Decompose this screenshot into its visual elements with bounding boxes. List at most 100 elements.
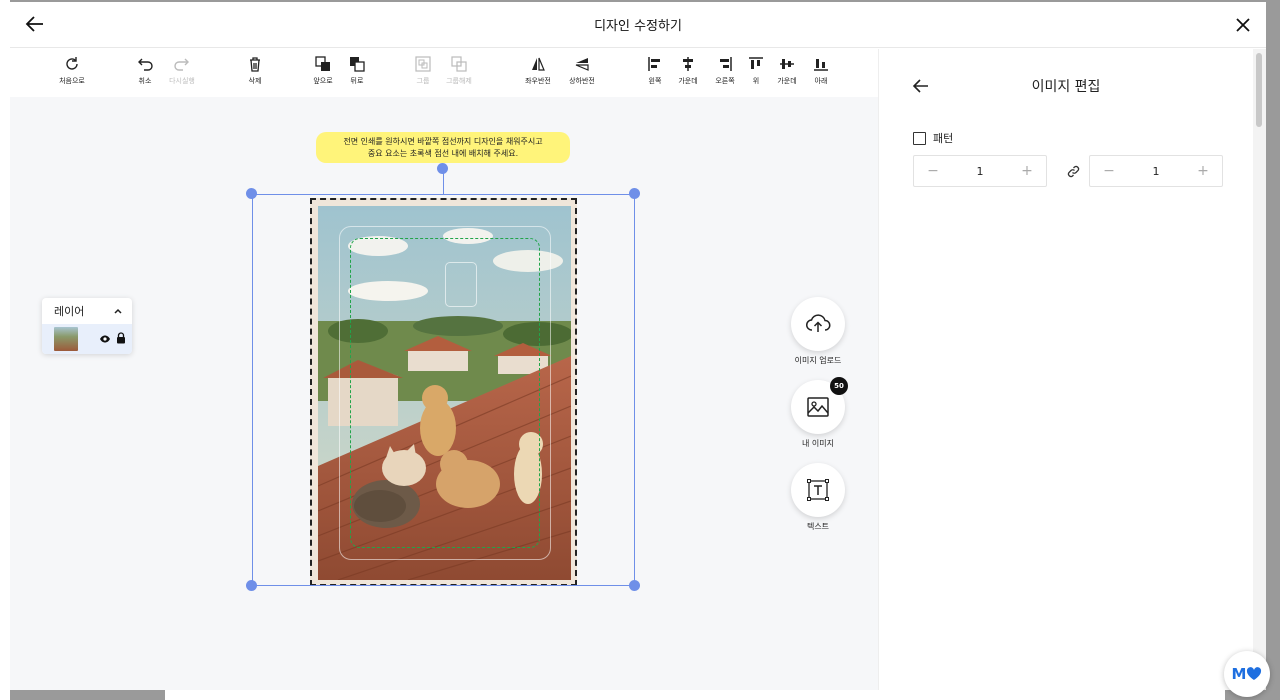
align-right-label: 오른쪽 <box>715 77 735 85</box>
align-bottom-label: 아래 <box>814 77 828 85</box>
image-upload-circle[interactable] <box>791 297 845 351</box>
add-text-button[interactable]: 텍스트 <box>778 463 858 532</box>
back-arrow-icon[interactable] <box>911 76 931 96</box>
align-right-icon <box>720 57 732 71</box>
my-images-label: 내 이미지 <box>802 439 834 448</box>
align-center-icon <box>683 57 693 71</box>
lock-icon[interactable] <box>116 332 126 344</box>
align-center-label: 가운데 <box>678 77 698 85</box>
align-top-label: 위 <box>752 77 760 85</box>
minus-icon[interactable]: − <box>1102 163 1116 179</box>
resize-handle-bottom-right[interactable] <box>629 580 640 591</box>
flip-horizontal-button[interactable]: 좌우반전 <box>517 55 559 86</box>
rotate-handle[interactable] <box>437 163 448 174</box>
pattern-checkbox[interactable] <box>913 131 926 145</box>
tooltip-line-1: 전면 인쇄를 원하시면 바깥쪽 점선까지 디자인을 채워주시고 <box>343 137 543 146</box>
heart-icon <box>1247 667 1262 680</box>
modal-title: 디자인 수정하기 <box>594 19 682 34</box>
chevron-up-icon[interactable] <box>113 306 123 316</box>
delete-button[interactable]: 삭제 <box>234 55 276 86</box>
pattern-y-stepper[interactable]: − 1 + <box>1089 155 1223 187</box>
design-editor-modal: 디자인 수정하기 처음으로 취소 다시실행 삭제 앞으로 뒤로 그룹 그룹해제 … <box>10 2 1266 690</box>
image-upload-button[interactable]: 이미지 업로드 <box>778 297 858 366</box>
plus-icon[interactable]: + <box>1196 163 1210 179</box>
design-canvas[interactable]: 레이어 전면 인쇄를 원하시면 바깥쪽 점선까지 디자인을 채워주시고 중요 요… <box>10 97 878 690</box>
trash-icon <box>250 57 260 72</box>
send-backward-button[interactable]: 뒤로 <box>336 55 378 86</box>
pattern-x-value[interactable]: 1 <box>977 165 984 178</box>
flip-horizontal-label: 좌우반전 <box>525 77 551 85</box>
image-edit-panel: 이미지 편집 패턴 − 1 + − 1 + <box>878 49 1253 690</box>
layer-panel: 레이어 <box>42 298 132 354</box>
layer-panel-title: 레이어 <box>54 305 85 318</box>
plus-icon[interactable]: + <box>1020 163 1034 179</box>
align-middle-icon <box>780 59 794 69</box>
editor-toolbar: 처음으로 취소 다시실행 삭제 앞으로 뒤로 그룹 그룹해제 좌우반전 상하반전… <box>10 49 878 97</box>
redo-icon <box>174 58 189 71</box>
add-text-label: 텍스트 <box>806 522 830 531</box>
send-backward-label: 뒤로 <box>350 77 364 85</box>
align-left-icon <box>648 57 660 71</box>
selection-box[interactable] <box>252 194 635 586</box>
image-edit-title: 이미지 편집 <box>1031 79 1101 95</box>
modal-header: 디자인 수정하기 <box>10 2 1266 48</box>
align-center-button[interactable]: 가운데 <box>667 55 709 86</box>
flip-vertical-button[interactable]: 상하반전 <box>561 55 603 86</box>
close-icon[interactable] <box>1232 14 1254 36</box>
layer-thumbnail <box>54 327 78 351</box>
text-box-icon <box>807 479 829 501</box>
cloud-upload-icon <box>806 314 831 332</box>
pattern-label: 패턴 <box>933 132 954 145</box>
pattern-y-value[interactable]: 1 <box>1153 165 1160 178</box>
send-backward-icon <box>350 57 365 72</box>
my-images-circle[interactable]: 50 <box>791 377 848 434</box>
back-arrow-icon[interactable] <box>24 13 46 35</box>
resize-handle-top-left[interactable] <box>246 188 257 199</box>
ungroup-button[interactable]: 그룹해제 <box>438 55 480 86</box>
page-background-left <box>0 0 10 700</box>
ungroup-label: 그룹해제 <box>446 77 472 85</box>
resize-handle-top-right[interactable] <box>629 188 640 199</box>
scrollbar-thumb[interactable] <box>1256 53 1262 127</box>
align-bottom-button[interactable]: 아래 <box>800 55 842 86</box>
chat-support-button[interactable]: M <box>1224 651 1270 697</box>
redo-button[interactable]: 다시실행 <box>161 55 203 86</box>
reset-label: 처음으로 <box>59 77 85 85</box>
link-icon[interactable] <box>1067 165 1080 178</box>
group-label: 그룹 <box>416 77 430 85</box>
bring-forward-icon <box>315 56 330 71</box>
reset-button[interactable]: 처음으로 <box>51 55 93 86</box>
print-guide-tooltip: 전면 인쇄를 원하시면 바깥쪽 점선까지 디자인을 채워주시고 중요 요소는 초… <box>316 132 570 163</box>
undo-icon <box>138 58 153 71</box>
my-images-count-badge: 50 <box>830 377 848 395</box>
undo-label: 취소 <box>138 77 152 85</box>
flip-horizontal-icon <box>532 57 545 71</box>
image-upload-label: 이미지 업로드 <box>794 356 842 365</box>
scrollbar[interactable] <box>1253 49 1266 690</box>
align-bottom-icon <box>814 59 828 71</box>
refresh-icon <box>66 57 78 70</box>
layer-panel-header[interactable]: 레이어 <box>42 298 132 324</box>
layer-item[interactable] <box>42 324 132 354</box>
flip-vertical-label: 상하반전 <box>569 77 595 85</box>
bring-forward-label: 앞으로 <box>313 77 333 85</box>
pattern-x-stepper[interactable]: − 1 + <box>913 155 1047 187</box>
add-text-circle[interactable] <box>791 463 845 517</box>
ungroup-icon <box>451 56 467 72</box>
resize-handle-bottom-left[interactable] <box>246 580 257 591</box>
minus-icon[interactable]: − <box>926 163 940 179</box>
chat-logo: M <box>1231 665 1247 683</box>
align-left-label: 왼쪽 <box>648 77 662 85</box>
redo-label: 다시실행 <box>169 77 195 85</box>
tooltip-line-2: 중요 요소는 초록색 점선 내에 배치해 주세요. <box>367 149 519 158</box>
my-images-button[interactable]: 50 내 이미지 <box>778 377 858 449</box>
flip-vertical-icon <box>575 58 589 71</box>
page-background-bottom <box>165 690 1225 700</box>
eye-icon[interactable] <box>99 333 111 345</box>
undo-button[interactable]: 취소 <box>124 55 166 86</box>
align-top-icon <box>749 57 763 69</box>
pattern-checkbox-row[interactable]: 패턴 <box>913 130 953 146</box>
image-edit-header: 이미지 편집 <box>879 49 1253 123</box>
image-icon <box>807 397 829 417</box>
group-icon <box>415 56 431 72</box>
